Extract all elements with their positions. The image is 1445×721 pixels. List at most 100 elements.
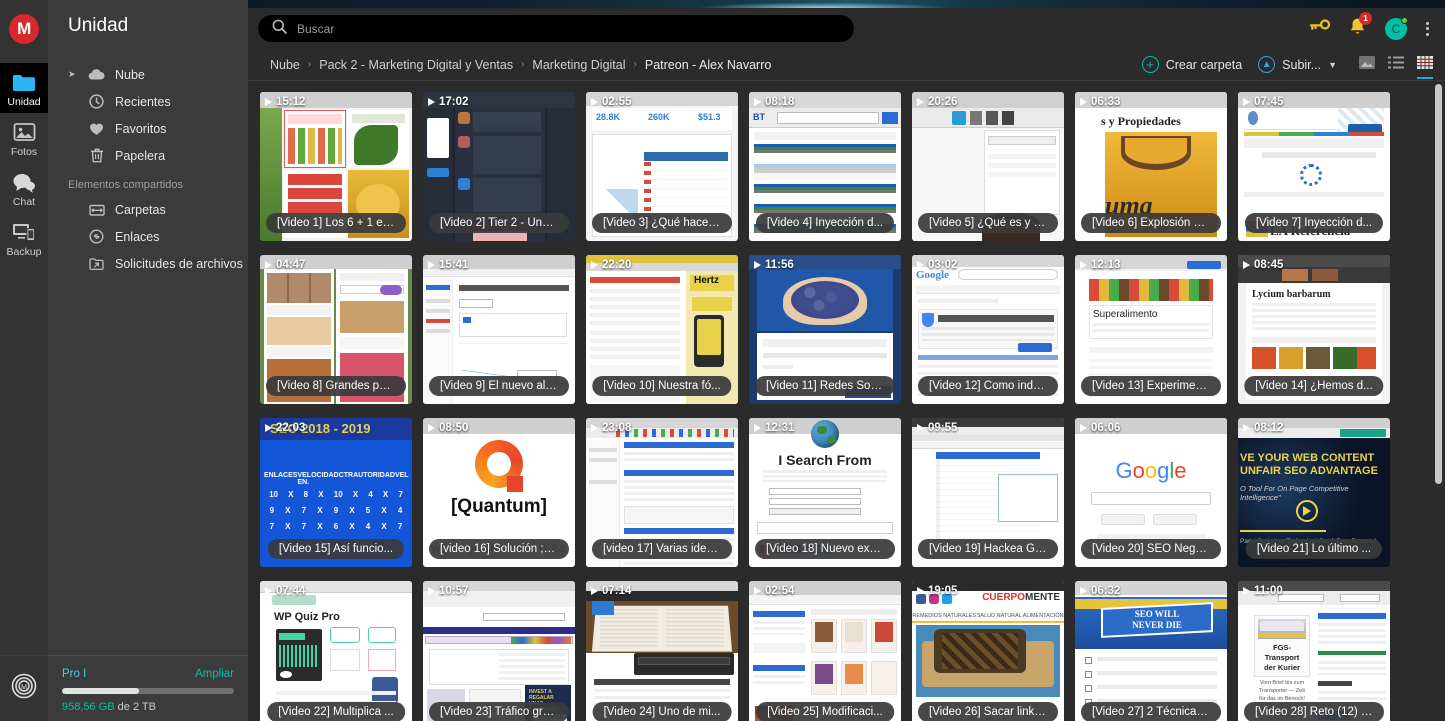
file-name: [Video 13] Experimen... (1081, 375, 1221, 396)
bell-icon[interactable]: 1 (1349, 11, 1372, 41)
file-name: [Video 11] Redes Soci... (755, 375, 895, 396)
rail-item-fotos[interactable]: Fotos (0, 113, 48, 163)
file-card[interactable]: 15:41 [Video 9] El nuevo alg... (423, 254, 575, 404)
file-card[interactable]: I Search From 12:31 [Video 18] Nuevo exp… (749, 417, 901, 567)
file-name: [Video 4] Inyección d... (755, 212, 895, 233)
sidebar-item-solicitudes[interactable]: Solicitudes de archivos (48, 250, 248, 277)
rail-label-backup: Backup (6, 246, 42, 258)
breadcrumb-item-2[interactable]: Marketing Digital (532, 58, 625, 72)
rail-item-chat[interactable]: Chat (0, 163, 48, 213)
grid-view-icon[interactable] (1417, 55, 1433, 79)
video-thumbnail (749, 580, 901, 721)
scrollbar-thumb[interactable] (1435, 83, 1442, 484)
file-card[interactable]: VE YOUR WEB CONTENT UNFAIR SEO ADVANTAGE … (1238, 417, 1390, 567)
file-card[interactable]: LA Referencia 07:45 [Video 7] Inyección … (1238, 91, 1390, 241)
file-grid-container[interactable]: 15:12 [Video 1] Los 6 + 1 en... 17:02 [V… (248, 80, 1445, 721)
breadcrumb-item-3[interactable]: Patreon - Alex Navarro (645, 58, 771, 72)
play-icon (917, 586, 924, 595)
file-card[interactable]: Superalimento 12:13 [Video 13] Experimen… (1075, 254, 1227, 404)
file-name: [video 17] Varias idea... (592, 538, 732, 559)
top-actions: 1 C (1308, 11, 1433, 41)
file-name: [Video 5] ¿Qué es y p... (918, 212, 1058, 233)
sidebar-label-carpetas: Carpetas (115, 202, 166, 217)
kebab-menu-icon[interactable] (1426, 21, 1429, 36)
file-card[interactable]: 02:54 [Video 25] Modificaci... (749, 580, 901, 721)
upload-button[interactable]: ▲ Subir... ▼ (1258, 56, 1337, 74)
file-card[interactable]: SEO 2018 - 2019 ENLACES VELOCIDAD EN. CTR A… (260, 417, 412, 567)
rail-label-fotos: Fotos (10, 146, 38, 158)
list-view-icon[interactable] (1388, 56, 1404, 74)
sidebar: Unidad ➤ Nube Recientes Favoritos Papele… (48, 0, 248, 721)
file-card[interactable]: Google 06:06 [Video 20] SEO Nega... (1075, 417, 1227, 567)
file-card[interactable]: Google 03:02 [Video 12] Como inde... (912, 254, 1064, 404)
chevron-right-icon[interactable]: ➤ (68, 69, 78, 80)
sidebar-item-papelera[interactable]: Papelera (48, 142, 248, 169)
file-card[interactable]: 15:12 [Video 1] Los 6 + 1 en... (260, 91, 412, 241)
file-card[interactable]: 23:08 [video 17] Varias idea... (586, 417, 738, 567)
breadcrumb-row: Nube › Pack 2 - Marketing Digital y Vent… (248, 49, 1445, 81)
file-card[interactable]: [Quantum] WWW.QUANTUMSEO.ES 08:50 [video… (423, 417, 575, 567)
storage-progress-bar (62, 688, 234, 694)
video-duration: 15:12 (265, 96, 305, 108)
rail-item-backup[interactable]: Backup (0, 213, 48, 263)
file-card[interactable]: 28.8K 260K $51.3 02:55 [Video 3] ¿Qué ha… (586, 91, 738, 241)
file-name: [Video 14] ¿Hemos d... (1244, 375, 1384, 396)
file-card[interactable]: WP Quiz Pro 07:44 [Video 22] Multiplica … (260, 580, 412, 721)
file-card[interactable]: 11:56 [Video 11] Redes Soci... (749, 254, 901, 404)
plus-circle-icon: + (1141, 56, 1159, 74)
file-card[interactable]: CUERPOMENTE REMEDIOS NATURALES SALUD NATU… (912, 580, 1064, 721)
video-thumbnail: CUERPOMENTE REMEDIOS NATURALES SALUD NATU… (912, 580, 1064, 721)
video-duration: 07:45 (1243, 96, 1283, 108)
file-card[interactable]: FGS- Transport der Kurier Vom Brief bis zu… (1238, 580, 1390, 721)
sidebar-item-enlaces[interactable]: Enlaces (48, 223, 248, 250)
file-name: [Video 20] SEO Nega... (1081, 538, 1221, 559)
thumbnail-view-icon[interactable] (1359, 55, 1375, 74)
play-icon (917, 97, 924, 106)
file-card[interactable]: SEO WILL NEVER DIE 06:32 [Video 27] 2 Té… (1075, 580, 1227, 721)
video-duration: 19:05 (917, 585, 957, 597)
breadcrumb-item-0[interactable]: Nube (270, 58, 300, 72)
play-icon (265, 260, 272, 269)
play-icon (754, 97, 761, 106)
video-duration: 08:12 (1243, 422, 1283, 434)
file-name: [Video 3] ¿Qué hacer ... (592, 212, 732, 233)
photo-icon (11, 120, 37, 144)
file-card[interactable]: 07:14 [Video 24] Uno de mi... (586, 580, 738, 721)
rail-item-unidad[interactable]: Unidad (0, 63, 48, 113)
folder-icon (11, 70, 37, 94)
breadcrumb-separator: › (633, 59, 637, 71)
sidebar-item-favoritos[interactable]: Favoritos (48, 115, 248, 142)
file-card[interactable]: INVEST A REGALAR UNAS NAVIDADES PayPal 1… (423, 580, 575, 721)
sidebar-label-solicitudes: Solicitudes de archivos (115, 256, 243, 271)
file-card[interactable]: 20:26 [Video 5] ¿Qué es y p... (912, 91, 1064, 241)
storage-widget: Pro I Ampliar 958,56 GB de 2 TB (48, 655, 248, 721)
mega-logo[interactable]: M (9, 14, 39, 44)
create-folder-button[interactable]: + Crear carpeta (1141, 56, 1242, 74)
video-duration: 22:20 (591, 259, 631, 271)
file-card[interactable]: 09:55 [Video 19] Hackea Go... (912, 417, 1064, 567)
file-card[interactable]: Lycium barbarum 08:45 [Video 14] ¿Hemos … (1238, 254, 1390, 404)
file-name: [Video 27] 2 Técnicas ... (1081, 701, 1221, 721)
sidebar-label-favoritos: Favoritos (115, 121, 167, 136)
upgrade-link[interactable]: Ampliar (195, 668, 234, 680)
video-duration: 02:55 (591, 96, 631, 108)
file-name: [Video 1] Los 6 + 1 en... (266, 212, 406, 233)
sidebar-item-carpetas[interactable]: Carpetas (48, 196, 248, 223)
file-card[interactable]: s y Propiedades uma 06:33 [Video 6] Expl… (1075, 91, 1227, 241)
file-card[interactable]: 17:02 [Video 2] Tier 2 - Una... (423, 91, 575, 241)
chevron-down-icon[interactable]: ▼ (1328, 60, 1337, 70)
search-input[interactable]: Buscar (258, 15, 854, 43)
avatar[interactable]: C (1385, 16, 1408, 40)
play-icon (754, 586, 761, 595)
sidebar-item-nube[interactable]: ➤ Nube (48, 61, 248, 88)
sidebar-item-recientes[interactable]: Recientes (48, 88, 248, 115)
file-name: [Video 6] Explosión S... (1081, 212, 1221, 233)
key-icon[interactable] (1308, 18, 1331, 39)
file-card[interactable]: BT 08:18 [Video 4] Inyección d... (749, 91, 901, 241)
mega-settings-icon[interactable]: M (11, 673, 37, 704)
breadcrumb-item-1[interactable]: Pack 2 - Marketing Digital y Ventas (319, 58, 513, 72)
file-card[interactable]: 04:47 [Video 8] Grandes pá... (260, 254, 412, 404)
breadcrumb-separator: › (307, 59, 312, 71)
mega-app-window: M Unidad Fotos Chat Backup M Unidad ➤ Nu… (0, 0, 1445, 721)
file-card[interactable]: Hertz 22:20 [Video 10] Nuestra fó... (586, 254, 738, 404)
